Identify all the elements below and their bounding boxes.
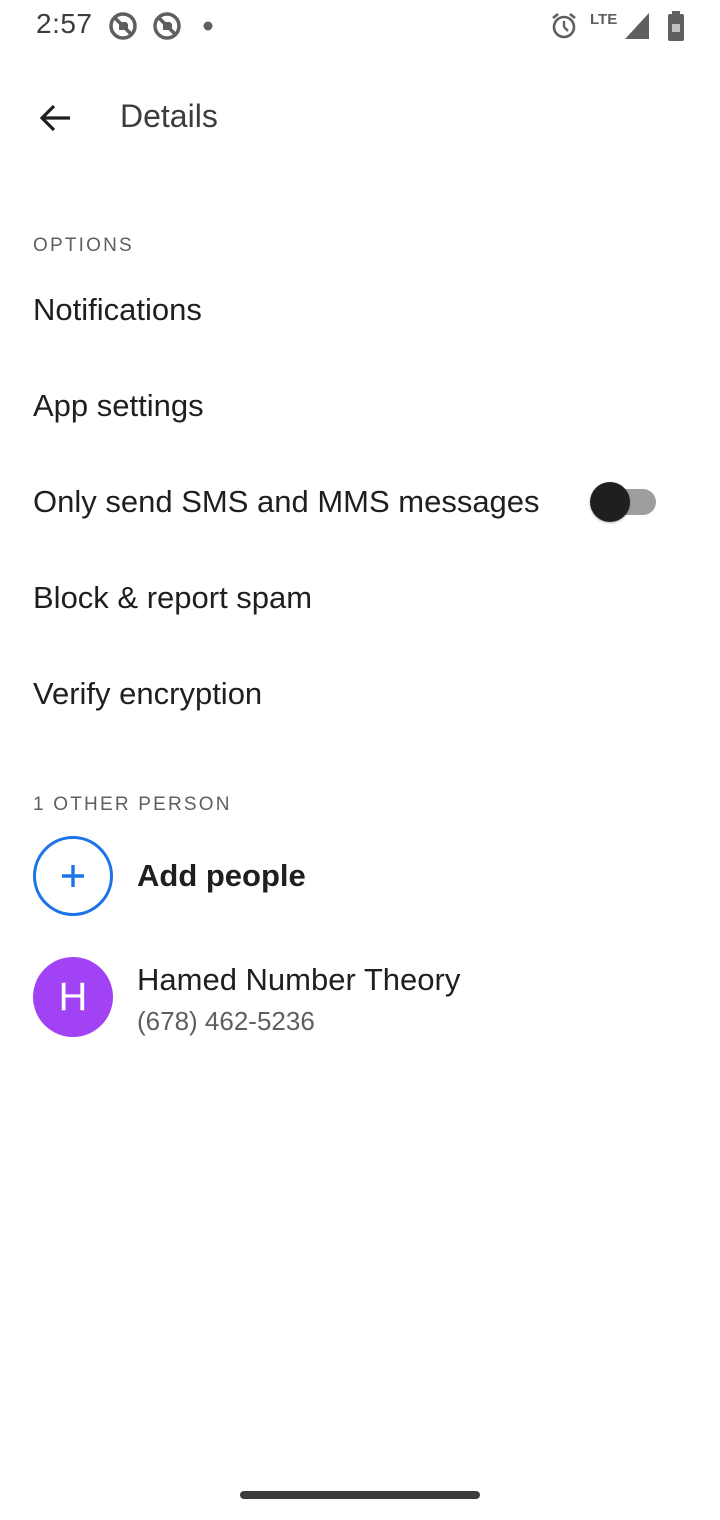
signal-icon [625,13,649,39]
status-time: 2:57 [36,8,93,39]
verify-encryption-option[interactable]: Verify encryption [0,646,720,742]
status-bar: 2:57 LTE [0,0,720,52]
plus-icon [62,865,84,887]
arrow-back-icon [39,104,70,132]
app-settings-option[interactable]: App settings [0,358,720,454]
people-section-header: 1 OTHER PERSON [33,794,232,815]
page-title: Details [120,98,218,134]
app-bar: Details [0,72,720,162]
option-label: Notifications [33,292,202,327]
option-label: Only send SMS and MMS messages [33,484,540,519]
contact-phone: (678) 462-5236 [137,1006,315,1036]
block-report-spam-option[interactable]: Block & report spam [0,550,720,646]
add-people-label: Add people [137,858,306,893]
contact-row[interactable]: H Hamed Number Theory (678) 462-5236 [0,950,720,1050]
toggle-thumb [590,482,630,522]
sms-mms-only-option[interactable]: Only send SMS and MMS messages [0,454,720,550]
network-type: LTE [590,11,618,28]
alarm-icon [552,12,576,39]
sms-mms-only-toggle[interactable] [590,482,658,522]
battery-icon [668,11,684,41]
home-gesture-bar[interactable] [240,1491,480,1499]
no-sim-circle-icon [109,12,137,40]
no-sim-circle-icon [153,12,181,40]
notifications-option[interactable]: Notifications [0,262,720,358]
add-people-circle [33,836,113,916]
options-section-header: OPTIONS [33,235,134,256]
option-label: Block & report spam [33,580,313,615]
add-people-button[interactable]: Add people [0,830,720,922]
back-button[interactable] [24,90,88,146]
dot-icon [203,21,213,31]
avatar-initial: H [58,974,88,1019]
option-label: App settings [33,388,204,423]
contact-name: Hamed Number Theory [137,962,461,997]
avatar: H [33,957,113,1037]
option-label: Verify encryption [33,676,263,711]
